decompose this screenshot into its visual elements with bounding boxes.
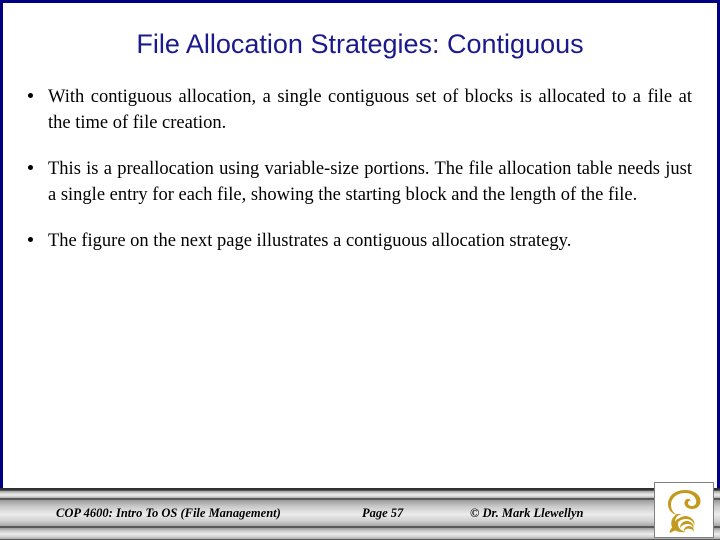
slide-body: With contiguous allocation, a single con…	[24, 84, 692, 274]
bullet-dot-icon	[28, 165, 33, 170]
slide-border-left	[0, 0, 3, 489]
footer-bar-top	[0, 490, 720, 499]
bullet-item: This is a preallocation using variable-s…	[24, 156, 692, 208]
pegasus-icon	[655, 483, 713, 537]
bullet-dot-icon	[28, 93, 33, 98]
slide-border-top	[0, 0, 720, 3]
ucf-pegasus-logo	[654, 482, 714, 538]
presentation-slide: File Allocation Strategies: Contiguous W…	[0, 0, 720, 540]
bullet-dot-icon	[28, 237, 33, 242]
bullet-item: The figure on the next page illustrates …	[24, 228, 692, 254]
slide-title: File Allocation Strategies: Contiguous	[136, 29, 584, 59]
bullet-text: With contiguous allocation, a single con…	[48, 87, 692, 133]
bullet-text: This is a preallocation using variable-s…	[48, 159, 692, 205]
footer-bar-bottom	[0, 527, 720, 540]
footer-course-label: COP 4600: Intro To OS (File Management)	[56, 506, 281, 520]
footer-copyright-label: © Dr. Mark Llewellyn	[470, 506, 584, 520]
slide-footer: COP 4600: Intro To OS (File Management) …	[0, 482, 720, 540]
bullet-text: The figure on the next page illustrates …	[48, 231, 572, 251]
footer-page-number: Page 57	[362, 506, 404, 520]
bullet-item: With contiguous allocation, a single con…	[24, 84, 692, 136]
